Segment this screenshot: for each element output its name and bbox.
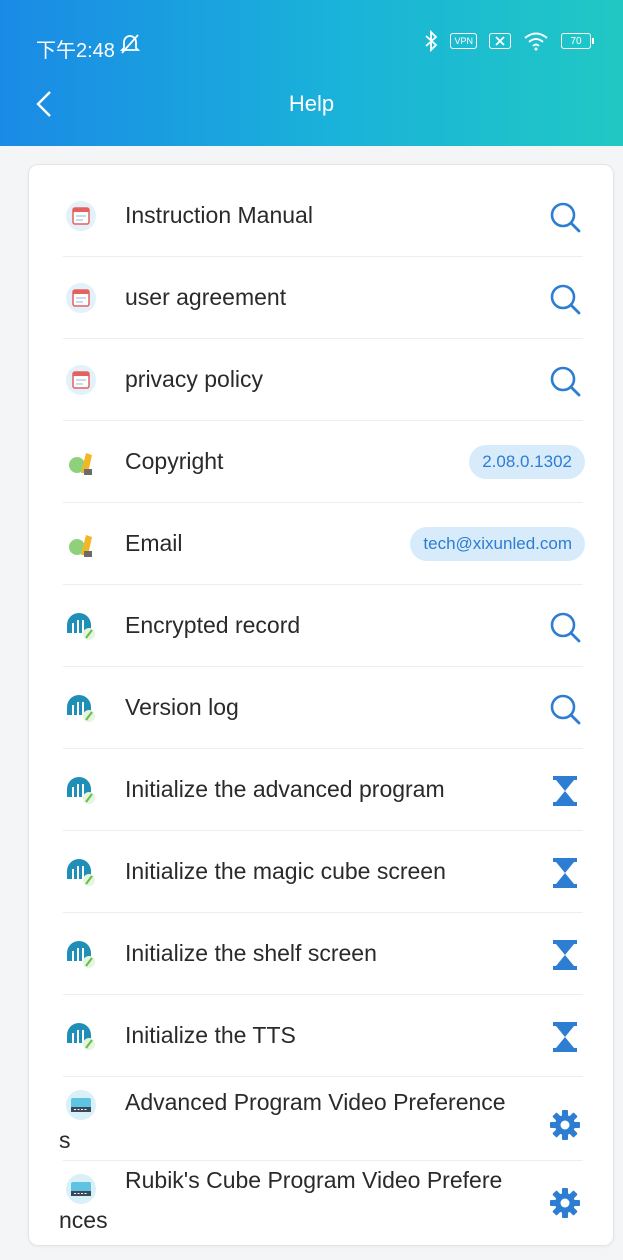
list-item-label: privacy policy (125, 366, 264, 392)
search-icon[interactable] (545, 361, 585, 401)
list-item-label: Copyright (125, 448, 224, 474)
mute-icon (118, 33, 142, 60)
video-icon (63, 1087, 99, 1123)
document-icon (63, 362, 99, 398)
list-item-init-magic-cube-screen[interactable]: Initialize the magic cube screen (63, 831, 583, 913)
led-icon (63, 936, 99, 972)
list-item-label: Initialize the advanced program (125, 776, 445, 802)
status-time: 下午2:48 (36, 40, 115, 62)
list-item-rubiks-cube-video-preferences[interactable]: Rubik's Cube Program Video Prefere nces (59, 1161, 585, 1245)
list-item-label: user agreement (125, 284, 287, 310)
search-icon[interactable] (545, 279, 585, 319)
list-item-init-advanced-program[interactable]: Initialize the advanced program (63, 749, 583, 831)
list-item-label: Encrypted record (125, 612, 301, 638)
document-icon (63, 198, 99, 234)
list-item-advanced-program-video-preferences[interactable]: Advanced Program Video Preference s (59, 1077, 585, 1161)
search-icon[interactable] (545, 689, 585, 729)
app-header: 下午2:48 VPN 70 Help (0, 0, 623, 146)
list-item-user-agreement[interactable]: user agreement (63, 257, 583, 339)
list-item-label: Email (125, 530, 183, 556)
list-item-init-shelf-screen[interactable]: Initialize the shelf screen (63, 913, 583, 995)
bluetooth-icon (424, 30, 438, 52)
list-item-label: Initialize the shelf screen (125, 940, 377, 966)
list-item-label: Version log (125, 694, 239, 720)
led-icon (63, 854, 99, 890)
list-item-email[interactable]: Email tech@xixunled.com (63, 503, 585, 585)
hourglass-icon[interactable] (545, 853, 585, 893)
list-item-label: Initialize the TTS (125, 1022, 296, 1048)
document-icon (63, 280, 99, 316)
wifi-icon (523, 31, 549, 51)
led-icon (63, 690, 99, 726)
hourglass-icon[interactable] (545, 1017, 585, 1057)
led-icon (63, 1018, 99, 1054)
hourglass-icon[interactable] (545, 771, 585, 811)
version-badge: 2.08.0.1302 (469, 445, 585, 479)
search-icon[interactable] (545, 197, 585, 237)
battery-icon: 70 (561, 33, 594, 49)
list-item-label-wrap: nces (59, 1207, 108, 1233)
list-item-init-tts[interactable]: Initialize the TTS (63, 995, 583, 1077)
list-item-encrypted-record[interactable]: Encrypted record (63, 585, 583, 667)
list-item-label-wrap: s (59, 1127, 71, 1153)
status-bar: 下午2:48 VPN 70 (0, 0, 623, 72)
list-item-label: Rubik's Cube Program Video Prefere (125, 1167, 503, 1193)
list-item-version-log[interactable]: Version log (63, 667, 583, 749)
led-icon (63, 608, 99, 644)
hourglass-icon[interactable] (545, 935, 585, 975)
search-icon[interactable] (545, 607, 585, 647)
email-badge[interactable]: tech@xixunled.com (410, 527, 585, 561)
list-item-label: Advanced Program Video Preference (125, 1089, 506, 1115)
tools-icon (63, 444, 99, 480)
page-title: Help (288, 91, 335, 116)
vpn-icon: VPN (450, 33, 477, 49)
tools-icon (63, 526, 99, 562)
status-icons: VPN 70 (424, 30, 594, 52)
video-icon (63, 1171, 99, 1207)
sim-off-icon (489, 33, 511, 49)
list-item-label: Initialize the magic cube screen (125, 858, 446, 884)
gear-icon[interactable] (545, 1183, 585, 1223)
led-icon (63, 772, 99, 808)
list-item-instruction-manual[interactable]: Instruction Manual (63, 175, 583, 257)
help-card: Instruction Manual user agreement privac… (28, 164, 614, 1246)
list-item-copyright[interactable]: Copyright 2.08.0.1302 (63, 421, 585, 503)
list-item-privacy-policy[interactable]: privacy policy (63, 339, 583, 421)
gear-icon[interactable] (545, 1105, 585, 1145)
list-item-label: Instruction Manual (125, 202, 313, 228)
